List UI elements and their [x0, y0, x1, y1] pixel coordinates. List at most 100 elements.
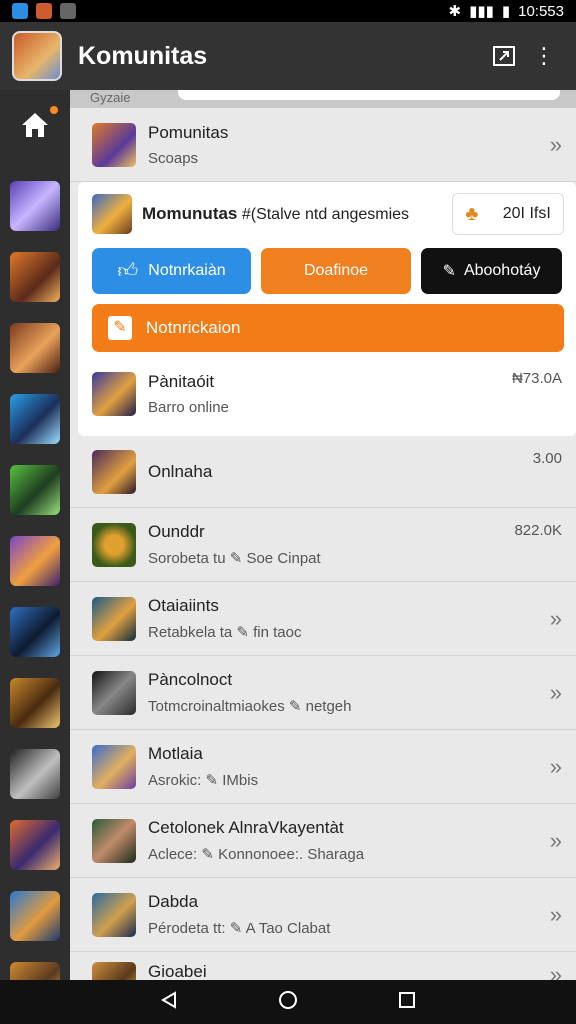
search-input[interactable]	[178, 90, 560, 100]
home-icon	[22, 113, 48, 137]
member-count-pill[interactable]: ♣ 20I IfsI	[452, 193, 564, 235]
list-item-title: Pomunitas	[148, 122, 229, 142]
list-item-title: Pànitaóit	[148, 372, 215, 391]
list-item[interactable]: Pànitaóit Barro online ₦73.0A	[78, 356, 576, 432]
pencil-icon: ✎	[108, 316, 132, 340]
community-thumbnail	[92, 194, 132, 234]
list-item-subtitle: Scoaps	[148, 149, 199, 167]
sidebar-community-6[interactable]	[10, 536, 60, 586]
recents-button[interactable]	[398, 991, 416, 1014]
like-button-label: Notnrkaiàn	[148, 262, 226, 279]
list-item[interactable]: Pomunitas Scoaps »	[70, 108, 576, 182]
back-icon	[161, 990, 176, 1009]
thumbs-up-icon: 👍︎	[117, 260, 139, 282]
game-notification-icon	[36, 3, 52, 19]
list-item-title: Otaiaiints	[148, 596, 219, 615]
back-button[interactable]	[160, 990, 178, 1014]
community-sidebar	[0, 90, 70, 980]
list-item[interactable]: Cetolonek AlnraVkayentàt Aclece: ✎ Konno…	[70, 804, 576, 878]
list-item-subtitle: Asrokic: ✎ IMbis	[148, 772, 259, 789]
community-thumbnail	[92, 522, 136, 567]
list-item[interactable]: Onlnaha 3.00	[70, 436, 576, 508]
sidebar-community-9[interactable]	[10, 749, 60, 799]
about-button-label: Aboohotáy	[463, 262, 541, 279]
list-item-subtitle: Barro online	[148, 399, 229, 416]
app-bar: Komunitas ⋮	[0, 22, 576, 90]
system-navigation-bar	[0, 980, 576, 1024]
community-list: Gyzaie Pomunitas Scoaps » Momunutas #(St…	[70, 90, 576, 980]
list-item-subtitle: Aclece: ✎ Konnonoee:. Sharaga	[148, 846, 365, 863]
sidebar-community-2[interactable]	[10, 252, 60, 302]
chevron-right-icon: »	[549, 827, 562, 853]
sidebar-community-1[interactable]	[10, 181, 60, 231]
sidebar-community-3[interactable]	[10, 323, 60, 373]
list-item-meta: 822.0K	[514, 522, 562, 539]
sidebar-community-11[interactable]	[10, 891, 60, 941]
app-avatar[interactable]	[12, 31, 62, 81]
app-title: Komunitas	[78, 41, 208, 70]
list-item-subtitle: Retabkela ta ✎ fin taoc	[148, 624, 302, 641]
community-thumbnail	[92, 744, 136, 789]
sidebar-community-10[interactable]	[10, 820, 60, 870]
edit-icon: ✎	[442, 263, 456, 280]
sidebar-community-4[interactable]	[10, 394, 60, 444]
community-thumbnail	[92, 372, 136, 416]
card-title-rest: #(Stalve ntd angesmies	[237, 206, 410, 223]
home-button[interactable]	[0, 90, 70, 160]
home-badge	[50, 106, 58, 114]
sidebar-community-8[interactable]	[10, 678, 60, 728]
like-button[interactable]: 👍︎ Notnrkaiàn	[92, 248, 251, 294]
community-thumbnail	[92, 122, 136, 167]
list-item-subtitle: Totmcroinaltmiaokes ✎ netgeh	[148, 698, 352, 715]
search-label: Gyzaie	[90, 90, 131, 105]
list-item-title: Ounddr	[148, 522, 205, 541]
join-button[interactable]: Doafinoe	[261, 248, 411, 294]
list-item-title: Gioabei	[148, 962, 207, 980]
card-title-bold: Momunutas	[142, 204, 238, 223]
list-item-title: Dabda	[148, 892, 199, 911]
list-item-title: Pàncolnoct	[148, 670, 233, 689]
notification-button-label: Notnrickaion	[146, 318, 241, 337]
list-item-meta: ₦73.0A	[511, 370, 562, 387]
search-bar: Gyzaie	[70, 90, 576, 108]
community-thumbnail	[92, 962, 136, 980]
list-item[interactable]: Motlaia Asrokic: ✎ IMbis »	[70, 730, 576, 804]
overflow-menu-icon[interactable]: ⋮	[524, 36, 564, 76]
chevron-right-icon: »	[549, 753, 562, 779]
sidebar-community-12[interactable]	[10, 962, 60, 980]
chevron-right-icon: »	[549, 605, 562, 631]
community-thumbnail	[92, 892, 136, 937]
member-count: 20I IfsI	[502, 205, 551, 222]
recents-icon	[399, 991, 415, 1008]
list-item-title: Motlaia	[148, 744, 203, 763]
chevron-right-icon: »	[549, 962, 562, 980]
sidebar-community-5[interactable]	[10, 465, 60, 515]
chevron-right-icon: »	[549, 131, 562, 157]
notification-button[interactable]: ✎ Notnrickaion	[92, 304, 564, 352]
list-item-meta: 3.00	[532, 450, 562, 467]
home-nav-button[interactable]	[278, 990, 298, 1015]
home-circle-icon	[279, 990, 297, 1009]
image-notification-icon	[60, 3, 76, 19]
list-item[interactable]: Pàncolnoct Totmcroinaltmiaokes ✎ netgeh …	[70, 656, 576, 730]
list-item-subtitle: Sorobeta tu ✎ Soe Cinpat	[148, 550, 321, 567]
battery-icon: ▮	[501, 3, 511, 20]
list-item-subtitle: Pérodeta tt: ✎ A Tao Clabat	[148, 920, 331, 937]
list-item[interactable]: Otaiaiints Retabkela ta ✎ fin taoc »	[70, 582, 576, 656]
list-item[interactable]: Gioabei »	[70, 952, 576, 980]
app-notification-icon	[12, 3, 28, 19]
list-item[interactable]: Dabda Pérodeta tt: ✎ A Tao Clabat »	[70, 878, 576, 952]
status-time: 10:553	[518, 2, 564, 20]
community-thumbnail	[92, 449, 136, 494]
share-icon[interactable]	[484, 36, 524, 76]
signal-icon: ▮▮▮	[469, 3, 494, 20]
list-item-title: Onlnaha	[148, 461, 213, 481]
status-bar: ✱ ▮▮▮ ▮ 10:553	[0, 0, 576, 22]
wifi-icon: ✱	[448, 3, 462, 20]
card-title: Momunutas #(Stalve ntd angesmies	[142, 204, 452, 224]
list-item[interactable]: Ounddr Sorobeta tu ✎ Soe Cinpat 822.0K	[70, 508, 576, 582]
community-thumbnail	[92, 670, 136, 715]
sidebar-community-7[interactable]	[10, 607, 60, 657]
about-button[interactable]: ✎ Aboohotáy	[421, 248, 562, 294]
chevron-right-icon: »	[549, 679, 562, 705]
